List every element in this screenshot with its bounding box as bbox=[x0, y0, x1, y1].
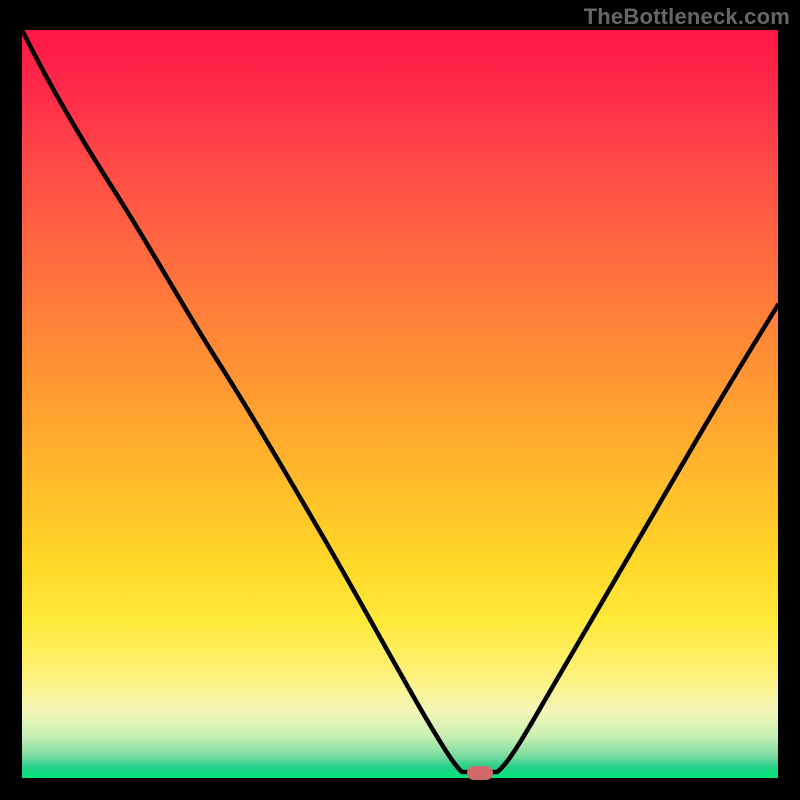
curve-path bbox=[22, 30, 778, 772]
bottleneck-curve bbox=[22, 30, 778, 778]
optimal-marker bbox=[467, 766, 493, 780]
chart-frame: TheBottleneck.com bbox=[0, 0, 800, 800]
plot-area bbox=[22, 30, 778, 778]
watermark-label: TheBottleneck.com bbox=[584, 4, 790, 30]
